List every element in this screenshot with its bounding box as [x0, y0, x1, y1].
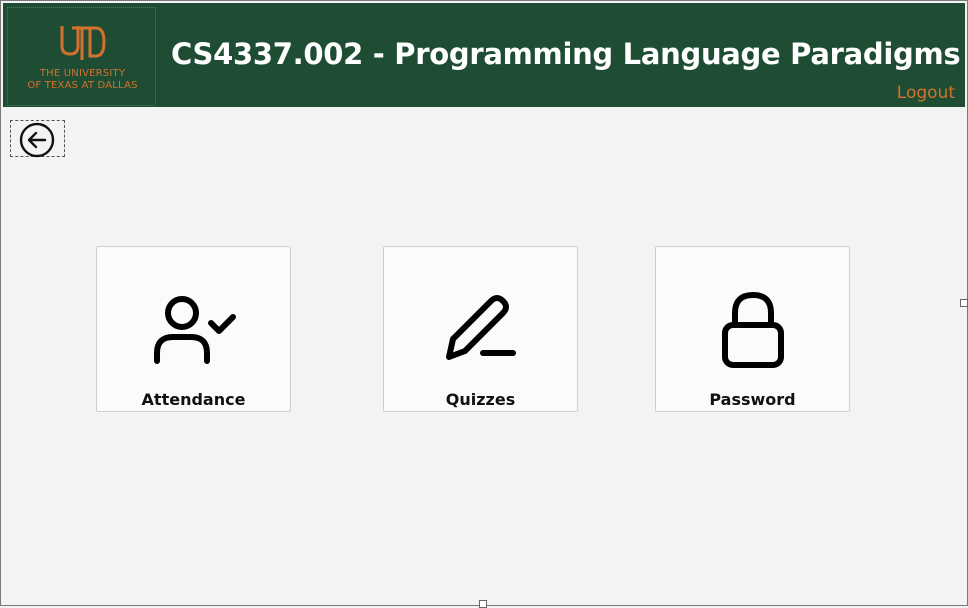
header-bar: THE UNIVERSITY OF TEXAS AT DALLAS CS4337…: [3, 3, 965, 107]
lock-icon: [721, 292, 784, 368]
password-tile[interactable]: Password: [655, 246, 850, 412]
attendance-tile[interactable]: Attendance: [96, 246, 291, 412]
logout-link[interactable]: Logout: [897, 83, 955, 103]
attendance-label: Attendance: [141, 390, 246, 409]
resize-handle-bottom[interactable]: [479, 600, 487, 608]
quizzes-label: Quizzes: [445, 390, 516, 409]
back-button[interactable]: [10, 120, 65, 158]
quizzes-tile[interactable]: Quizzes: [383, 246, 578, 412]
page-title: CS4337.002 - Programming Language Paradi…: [171, 37, 961, 71]
arrow-left-circle-icon: [19, 122, 55, 158]
resize-handle-right[interactable]: [960, 299, 968, 307]
user-check-icon: [153, 296, 236, 364]
utd-logo: THE UNIVERSITY OF TEXAS AT DALLAS: [7, 7, 156, 106]
pencil-icon: [445, 295, 516, 360]
app-window: THE UNIVERSITY OF TEXAS AT DALLAS CS4337…: [0, 0, 968, 606]
utd-monogram-icon: [60, 26, 106, 60]
password-label: Password: [709, 390, 796, 409]
logo-texas-dallas-line: OF TEXAS AT DALLAS: [27, 80, 138, 91]
logo-university-line: THE UNIVERSITY: [39, 68, 126, 79]
